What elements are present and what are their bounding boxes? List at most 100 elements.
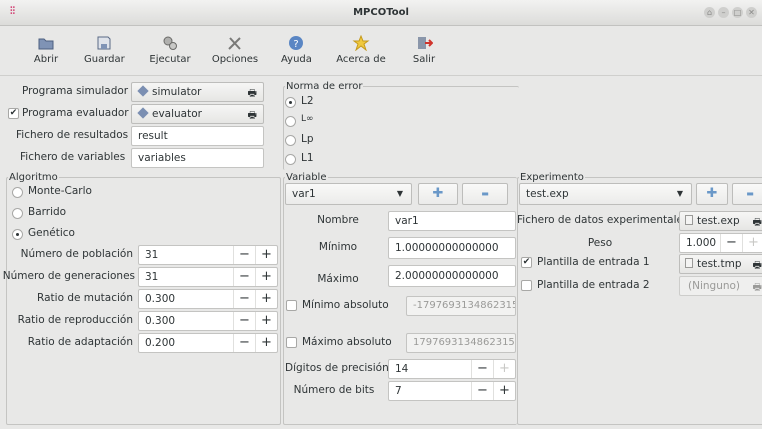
weight-label: Peso [587, 237, 613, 249]
template1-file-button[interactable]: test.tmp 🖶 [679, 254, 762, 274]
abs-min-checkbox[interactable] [286, 300, 297, 311]
program-icon [137, 107, 149, 119]
generations-spin[interactable]: 31 − + [138, 267, 278, 287]
save-button[interactable]: Guardar [84, 35, 125, 65]
population-spin[interactable]: 31 − + [138, 245, 278, 265]
adaptation-spin[interactable]: 0.200 − + [138, 333, 278, 353]
decrement-button[interactable]: − [233, 312, 255, 330]
genetic-radio[interactable] [12, 229, 23, 240]
mutation-label: Ratio de mutación [37, 292, 133, 304]
norm-lp-radio[interactable] [285, 135, 296, 146]
template2-checkbox[interactable] [521, 280, 532, 291]
template2-file-button[interactable]: (Ninguno) 🖶 [679, 276, 762, 296]
norm-linf-label: L∞ [301, 114, 314, 124]
variables-file-input[interactable]: variables [131, 148, 264, 168]
add-experiment-button[interactable]: ✚ [696, 183, 728, 205]
increment-button[interactable]: + [255, 290, 277, 308]
restore-icon[interactable]: ⌂ [704, 7, 715, 18]
title-bar: ⫶⫶ MPCOTool ⌂ – □ ✕ [0, 0, 762, 26]
simulator-file-button[interactable]: simulator 🖶 [131, 82, 264, 102]
precision-spin[interactable]: 14 − + [388, 359, 516, 379]
data-file-button[interactable]: test.exp 🖶 [679, 211, 762, 231]
variable-max-input[interactable]: 2.00000000000000 [388, 265, 516, 287]
weight-spin[interactable]: 1.000− + [679, 233, 762, 253]
run-label: Ejecutar [149, 54, 191, 65]
norm-linf-radio[interactable] [285, 116, 296, 127]
options-button[interactable]: Opciones [210, 35, 260, 65]
decrement-button[interactable]: − [471, 360, 493, 378]
exit-label: Salir [412, 54, 436, 65]
increment-button[interactable]: + [255, 246, 277, 264]
variable-name-label: Nombre [317, 214, 359, 226]
help-icon: ? [289, 36, 303, 50]
minus-icon: ▬ [481, 189, 489, 198]
template1-checkbox[interactable]: ✔ [521, 257, 532, 268]
norm-l2-label: L2 [301, 95, 314, 107]
mutation-spin[interactable]: 0.300 − + [138, 289, 278, 309]
tools-icon [228, 37, 241, 50]
weight-value: 1.000 [686, 237, 717, 249]
results-file-label: Fichero de resultados [16, 129, 129, 141]
open-button[interactable]: Abrir [31, 35, 61, 65]
run-button[interactable]: Ejecutar [145, 35, 195, 65]
reproduction-spin[interactable]: 0.300 − + [138, 311, 278, 331]
add-variable-button[interactable]: ✚ [418, 183, 458, 205]
minus-icon: ▬ [746, 189, 754, 198]
exit-button[interactable]: Salir [411, 35, 437, 65]
exit-icon [418, 37, 433, 49]
results-file-input[interactable]: result [131, 126, 264, 146]
programs-panel: Programa simulador simulator 🖶 ✔ Program… [6, 79, 280, 169]
decrement-button[interactable]: − [233, 290, 255, 308]
increment-button[interactable]: + [255, 312, 277, 330]
variable-name-input[interactable]: var1 [388, 211, 516, 231]
help-button[interactable]: ? Ayuda [281, 35, 312, 65]
norm-l2-radio[interactable] [285, 97, 296, 108]
sweep-radio[interactable] [12, 208, 23, 219]
adaptation-value: 0.200 [145, 337, 176, 349]
norm-l1-radio[interactable] [285, 154, 296, 165]
evaluator-checkbox[interactable]: ✔ [8, 108, 19, 119]
simulator-label: Programa simulador [22, 85, 129, 97]
decrement-button[interactable]: − [720, 234, 742, 252]
experiment-legend: Experimento [519, 172, 585, 183]
open-label: Abrir [33, 54, 59, 65]
abs-max-input[interactable]: 179769313486231570 [406, 333, 516, 353]
bits-spin[interactable]: 7 − + [388, 381, 516, 401]
variable-min-input[interactable]: 1.00000000000000 [388, 237, 516, 259]
evaluator-file-button[interactable]: evaluator 🖶 [131, 104, 264, 124]
bits-label: Número de bits [293, 384, 375, 396]
open-file-icon: 🖶 [247, 110, 257, 121]
increment-button[interactable]: + [493, 382, 515, 400]
variable-combo[interactable]: var1 ▼ [285, 183, 412, 205]
increment-button[interactable]: + [255, 334, 277, 352]
abs-max-checkbox[interactable] [286, 337, 297, 348]
close-icon[interactable]: ✕ [746, 7, 757, 18]
precision-value: 14 [395, 363, 409, 375]
decrement-button[interactable]: − [233, 268, 255, 286]
options-label: Opciones [211, 54, 259, 65]
norm-l1-label: L1 [301, 152, 314, 164]
increment-button[interactable]: + [255, 268, 277, 286]
experiment-combo[interactable]: test.exp ▼ [519, 183, 692, 205]
abs-min-input[interactable]: -179769313486231570 [406, 296, 516, 316]
evaluator-value: evaluator [152, 108, 202, 120]
data-file-value: test.exp [697, 215, 740, 227]
toolbar: Abrir Guardar Ejecutar Opciones ? Ayuda … [0, 27, 762, 76]
about-button[interactable]: Acerca de [334, 35, 388, 65]
decrement-button[interactable]: − [233, 246, 255, 264]
template2-label: Plantilla de entrada 2 [537, 279, 650, 291]
simulator-value: simulator [152, 86, 202, 98]
minimize-icon[interactable]: – [718, 7, 729, 18]
remove-variable-button[interactable]: ▬ [462, 183, 508, 205]
remove-experiment-button[interactable]: ▬ [732, 183, 762, 205]
decrement-button[interactable]: − [471, 382, 493, 400]
decrement-button[interactable]: − [233, 334, 255, 352]
maximize-icon[interactable]: □ [732, 7, 743, 18]
variable-legend: Variable [285, 172, 328, 183]
plus-icon: ✚ [706, 186, 718, 201]
increment-button[interactable]: + [493, 360, 515, 378]
monte-carlo-radio[interactable] [12, 187, 23, 198]
save-icon [97, 36, 111, 50]
increment-button[interactable]: + [742, 234, 762, 252]
precision-label: Dígitos de precisión [285, 362, 389, 374]
